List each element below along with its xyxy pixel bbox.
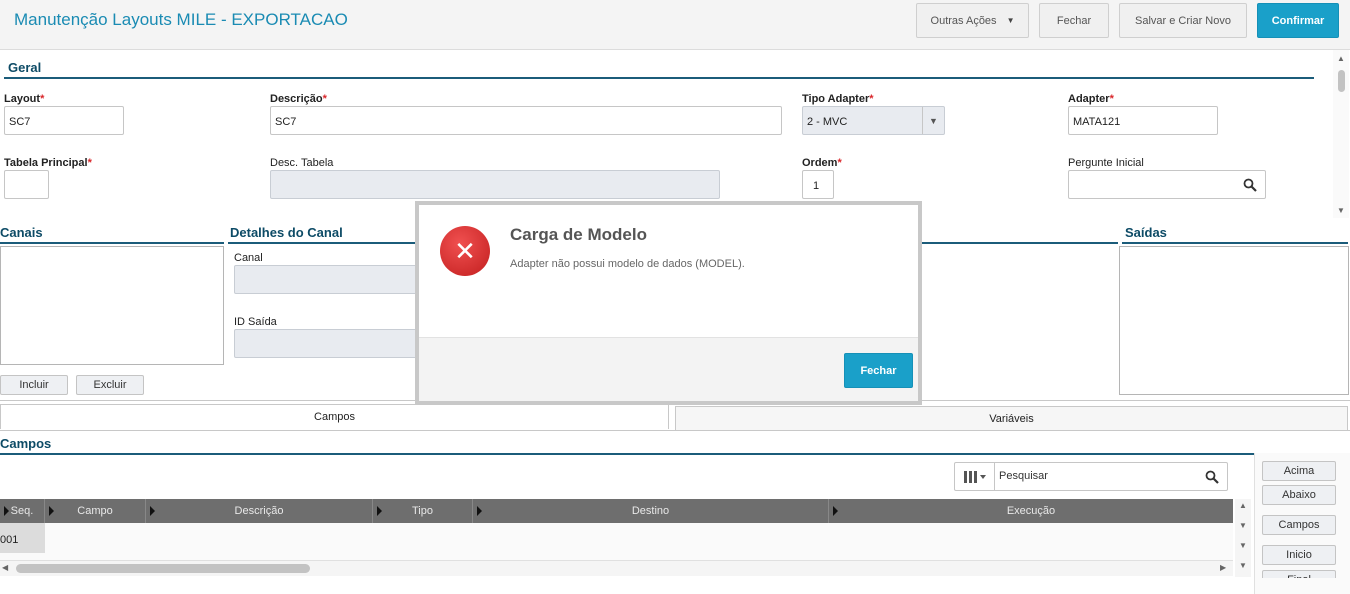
search-icon[interactable] [1243, 178, 1257, 192]
campos-divider [0, 453, 1346, 455]
scrollbar-thumb[interactable] [1338, 70, 1345, 92]
outras-acoes-button[interactable]: Outras Ações ▼ [916, 3, 1029, 38]
column-destino[interactable]: Destino [473, 499, 829, 523]
column-execucao[interactable]: Execução [829, 499, 1233, 523]
tipo-adapter-select[interactable]: 2 - MVC ▼ [802, 106, 945, 135]
scroll-left-icon[interactable]: ◀ [2, 563, 8, 572]
scroll-up-icon[interactable]: ▲ [1337, 54, 1345, 63]
tipo-adapter-label: Tipo Adapter* [802, 93, 874, 105]
grid-header: Seq. Campo Descrição Tipo Destino Execuç… [0, 499, 1233, 523]
page-title: Manutenção Layouts MILE - EXPORTACAO [14, 10, 348, 29]
desc-tabela-label: Desc. Tabela [270, 157, 334, 169]
tipo-adapter-value: 2 - MVC [807, 116, 848, 128]
canais-list[interactable] [0, 246, 224, 365]
grid-search-bar[interactable]: Pesquisar [954, 462, 1228, 491]
columns-menu-button[interactable] [955, 463, 995, 490]
modal-dialog: ✕ Carga de Modelo Adapter não possui mod… [415, 201, 922, 405]
geral-divider [4, 77, 1314, 79]
sort-arrow-icon [833, 506, 838, 516]
canal-input [234, 265, 434, 294]
column-seq[interactable]: Seq. [0, 499, 45, 523]
final-button-clip: Final [1262, 570, 1336, 578]
sort-arrow-icon [377, 506, 382, 516]
pergunte-inicial-label: Pergunte Inicial [1068, 157, 1144, 169]
salvar-criar-novo-button[interactable]: Salvar e Criar Novo [1119, 3, 1247, 38]
detalhes-section-title: Detalhes do Canal [230, 225, 343, 240]
tabela-principal-input[interactable] [4, 170, 49, 199]
ordem-input[interactable]: 1 [802, 170, 834, 199]
excluir-button[interactable]: Excluir [76, 375, 144, 395]
scroll-up-icon[interactable]: ▲ [1239, 501, 1247, 510]
sort-arrow-icon [4, 506, 9, 516]
tab-panel-top-border [0, 430, 1350, 431]
campos-button[interactable]: Campos [1262, 515, 1336, 535]
incluir-button[interactable]: Incluir [0, 375, 68, 395]
column-campo[interactable]: Campo [45, 499, 146, 523]
table-row-seq-cell[interactable]: 001 [0, 523, 45, 553]
ordem-label: Ordem* [802, 157, 842, 169]
modal-footer: Fechar [419, 337, 918, 401]
sort-arrow-icon [49, 506, 54, 516]
grid-search-input[interactable]: Pesquisar [999, 470, 1048, 482]
grid-hscrollbar[interactable]: ◀ ▶ [0, 561, 1233, 576]
scroll-down-icon[interactable]: ▼ [1239, 541, 1247, 550]
caret-down-icon: ▼ [1006, 16, 1015, 25]
hscroll-thumb[interactable] [16, 564, 310, 573]
saidas-section-title: Saídas [1125, 225, 1167, 240]
layout-label: Layout* [4, 93, 45, 105]
sort-arrow-icon [150, 506, 155, 516]
desc-tabela-input [270, 170, 720, 199]
acima-button[interactable]: Acima [1262, 461, 1336, 481]
adapter-label: Adapter* [1068, 93, 1114, 105]
layout-input[interactable]: SC7 [4, 106, 124, 135]
tabela-principal-label: Tabela Principal* [4, 157, 92, 169]
descricao-label: Descrição* [270, 93, 327, 105]
adapter-input[interactable]: MATA121 [1068, 106, 1218, 135]
final-button[interactable]: Final [1262, 570, 1336, 578]
modal-title: Carga de Modelo [510, 225, 647, 244]
descricao-input[interactable]: SC7 [270, 106, 782, 135]
geral-section-title: Geral [8, 60, 42, 75]
canais-section-title: Canais [0, 225, 43, 240]
id-saida-input [234, 329, 434, 358]
saidas-list[interactable] [1119, 246, 1349, 395]
abaixo-button[interactable]: Abaixo [1262, 485, 1336, 505]
tab-variaveis[interactable]: Variáveis [675, 406, 1348, 431]
campos-section-title: Campos [0, 436, 52, 451]
scroll-down-icon[interactable]: ▼ [1337, 206, 1345, 215]
pergunte-inicial-input[interactable] [1068, 170, 1266, 199]
confirmar-button[interactable]: Confirmar [1257, 3, 1339, 38]
scroll-down-icon[interactable]: ▼ [1239, 561, 1247, 570]
tab-campos[interactable]: Campos [0, 404, 669, 429]
modal-content: ✕ Carga de Modelo Adapter não possui mod… [419, 205, 918, 401]
dropdown-arrow-icon[interactable]: ▼ [922, 107, 944, 134]
fechar-button[interactable]: Fechar [1039, 3, 1109, 38]
id-saida-label: ID Saída [234, 316, 277, 328]
form-scrollbar[interactable]: ▲ ▼ [1333, 50, 1349, 218]
sort-arrow-icon [477, 506, 482, 516]
outras-acoes-label: Outras Ações [930, 14, 997, 27]
columns-icon [963, 470, 986, 483]
column-descricao[interactable]: Descrição [146, 499, 373, 523]
scroll-right-icon[interactable]: ▶ [1220, 563, 1226, 572]
grid-body: 001 [0, 523, 1233, 561]
grid-vscrollbar[interactable]: ▲ ▼ ▼ ▼ [1235, 499, 1251, 577]
canais-divider [0, 242, 224, 244]
column-tipo[interactable]: Tipo [373, 499, 473, 523]
modal-fechar-button[interactable]: Fechar [844, 353, 913, 388]
modal-message: Adapter não possui modelo de dados (MODE… [510, 258, 745, 270]
saidas-divider [1122, 242, 1348, 244]
canal-label: Canal [234, 252, 263, 264]
inicio-button[interactable]: Inicio [1262, 545, 1336, 565]
error-icon: ✕ [440, 226, 490, 276]
scroll-down-icon[interactable]: ▼ [1239, 521, 1247, 530]
search-icon[interactable] [1205, 470, 1219, 484]
